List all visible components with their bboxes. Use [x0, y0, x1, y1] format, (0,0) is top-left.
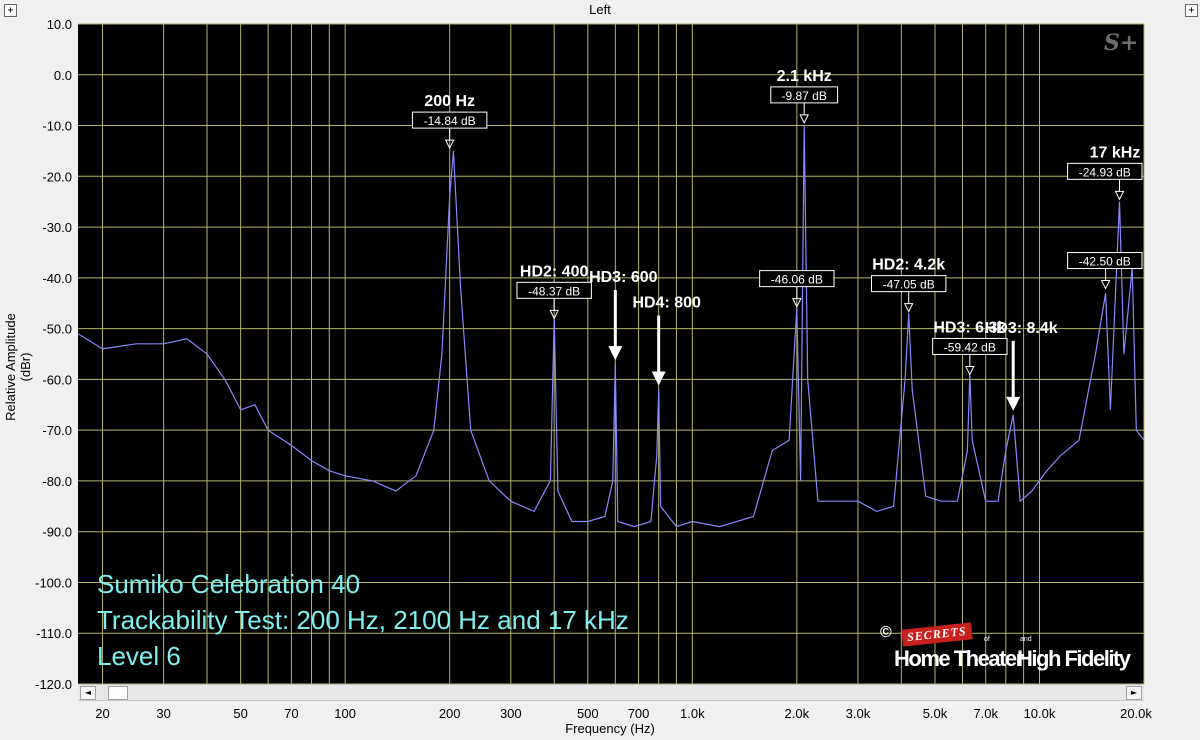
peak-label: HD4: 800: [632, 295, 701, 312]
overlay-line-3: Level 6: [97, 641, 181, 671]
peak-label: 17 kHz: [1090, 144, 1141, 161]
value-label: -9.87 dB: [782, 89, 827, 103]
x-tick-label: 20: [95, 706, 109, 721]
peak-label: HD3: 8.4k: [985, 320, 1058, 337]
peak-label: HD3: 600: [589, 269, 658, 286]
value-label: -24.93 dB: [1079, 165, 1131, 179]
y-tick-label: -120.0: [35, 677, 72, 692]
y-axis-ticks: 10.0 0.0 -10.0 -20.0 -30.0 -40.0 -50.0 -60.0 -70…: [35, 17, 72, 692]
y-tick-label: -50.0: [42, 322, 72, 337]
x-axis-label: Frequency (Hz): [565, 721, 655, 736]
overlay-line-1: Sumiko Celebration 40: [97, 569, 361, 599]
x-tick-label: 200: [439, 706, 461, 721]
peak-label: HD2: 4.2k: [872, 257, 945, 274]
copyright-symbol: ©: [880, 624, 892, 641]
value-label: -47.05 dB: [883, 278, 935, 292]
logo-and: and: [1020, 636, 1032, 643]
y-tick-label: -40.0: [42, 271, 72, 286]
x-tick-label: 100: [334, 706, 356, 721]
scroll-right-button[interactable]: ►: [1126, 686, 1142, 700]
overlay-line-2: Trackability Test: 200 Hz, 2100 Hz and 1…: [97, 605, 629, 635]
x-tick-label: 20.0k: [1120, 706, 1152, 721]
value-label: -42.50 dB: [1079, 255, 1131, 269]
x-tick-label: 7.0k: [973, 706, 998, 721]
horizontal-scrollbar[interactable]: ◄ ►: [78, 684, 1144, 701]
y-tick-label: -10.0: [42, 119, 72, 134]
logo-high-fidelity: High Fidelity: [1017, 646, 1131, 671]
brand-mark: S+: [1104, 30, 1139, 56]
y-tick-label: -60.0: [42, 372, 72, 387]
y-tick-label: -90.0: [42, 525, 72, 540]
x-tick-label: 1.0k: [680, 706, 705, 721]
x-tick-label: 30: [156, 706, 170, 721]
y-tick-label: -110.0: [36, 626, 72, 641]
x-tick-label: 3.0k: [846, 706, 871, 721]
scroll-left-button[interactable]: ◄: [80, 686, 96, 700]
y-tick-label: -100.0: [35, 575, 72, 590]
x-tick-label: 300: [500, 706, 522, 721]
y-tick-label: 0.0: [54, 68, 72, 83]
scroll-thumb[interactable]: [108, 686, 128, 700]
y-tick-label: -70.0: [42, 423, 72, 438]
x-tick-label: 70: [284, 706, 298, 721]
value-label: -59.42 dB: [944, 340, 996, 354]
logo-home-theater: Home Theater: [894, 646, 1024, 671]
x-tick-label: 2.0k: [785, 706, 810, 721]
y-tick-label: -30.0: [42, 220, 72, 235]
value-label: -46.06 dB: [771, 273, 823, 287]
logo-secrets: SECRETS: [901, 622, 973, 647]
y-tick-label: -80.0: [42, 474, 72, 489]
peak-label: 2.1 kHz: [777, 68, 832, 85]
logo-of: of: [984, 636, 990, 643]
y-axis-label: Relative Amplitude (dBr): [3, 313, 33, 421]
secrets-logo: © SECRETS of and Home Theater High Fidel…: [880, 622, 1131, 674]
x-tick-label: 500: [577, 706, 599, 721]
y-tick-label: 10.0: [47, 17, 72, 32]
x-tick-label: 50: [233, 706, 247, 721]
x-tick-label: 5.0k: [923, 706, 948, 721]
x-tick-label: 10.0k: [1024, 706, 1056, 721]
x-tick-label: 700: [628, 706, 650, 721]
x-axis-ticks: 20 30 50 70 100 200 300 500 700 1.0k 2.0k 3.0k 5.0k 7…: [95, 706, 1152, 721]
value-label: -14.84 dB: [424, 114, 476, 128]
y-tick-label: -20.0: [42, 169, 72, 184]
peak-label: HD2: 400: [520, 263, 589, 280]
peak-label: 200 Hz: [424, 93, 475, 110]
value-label: -48.37 dB: [528, 284, 580, 298]
